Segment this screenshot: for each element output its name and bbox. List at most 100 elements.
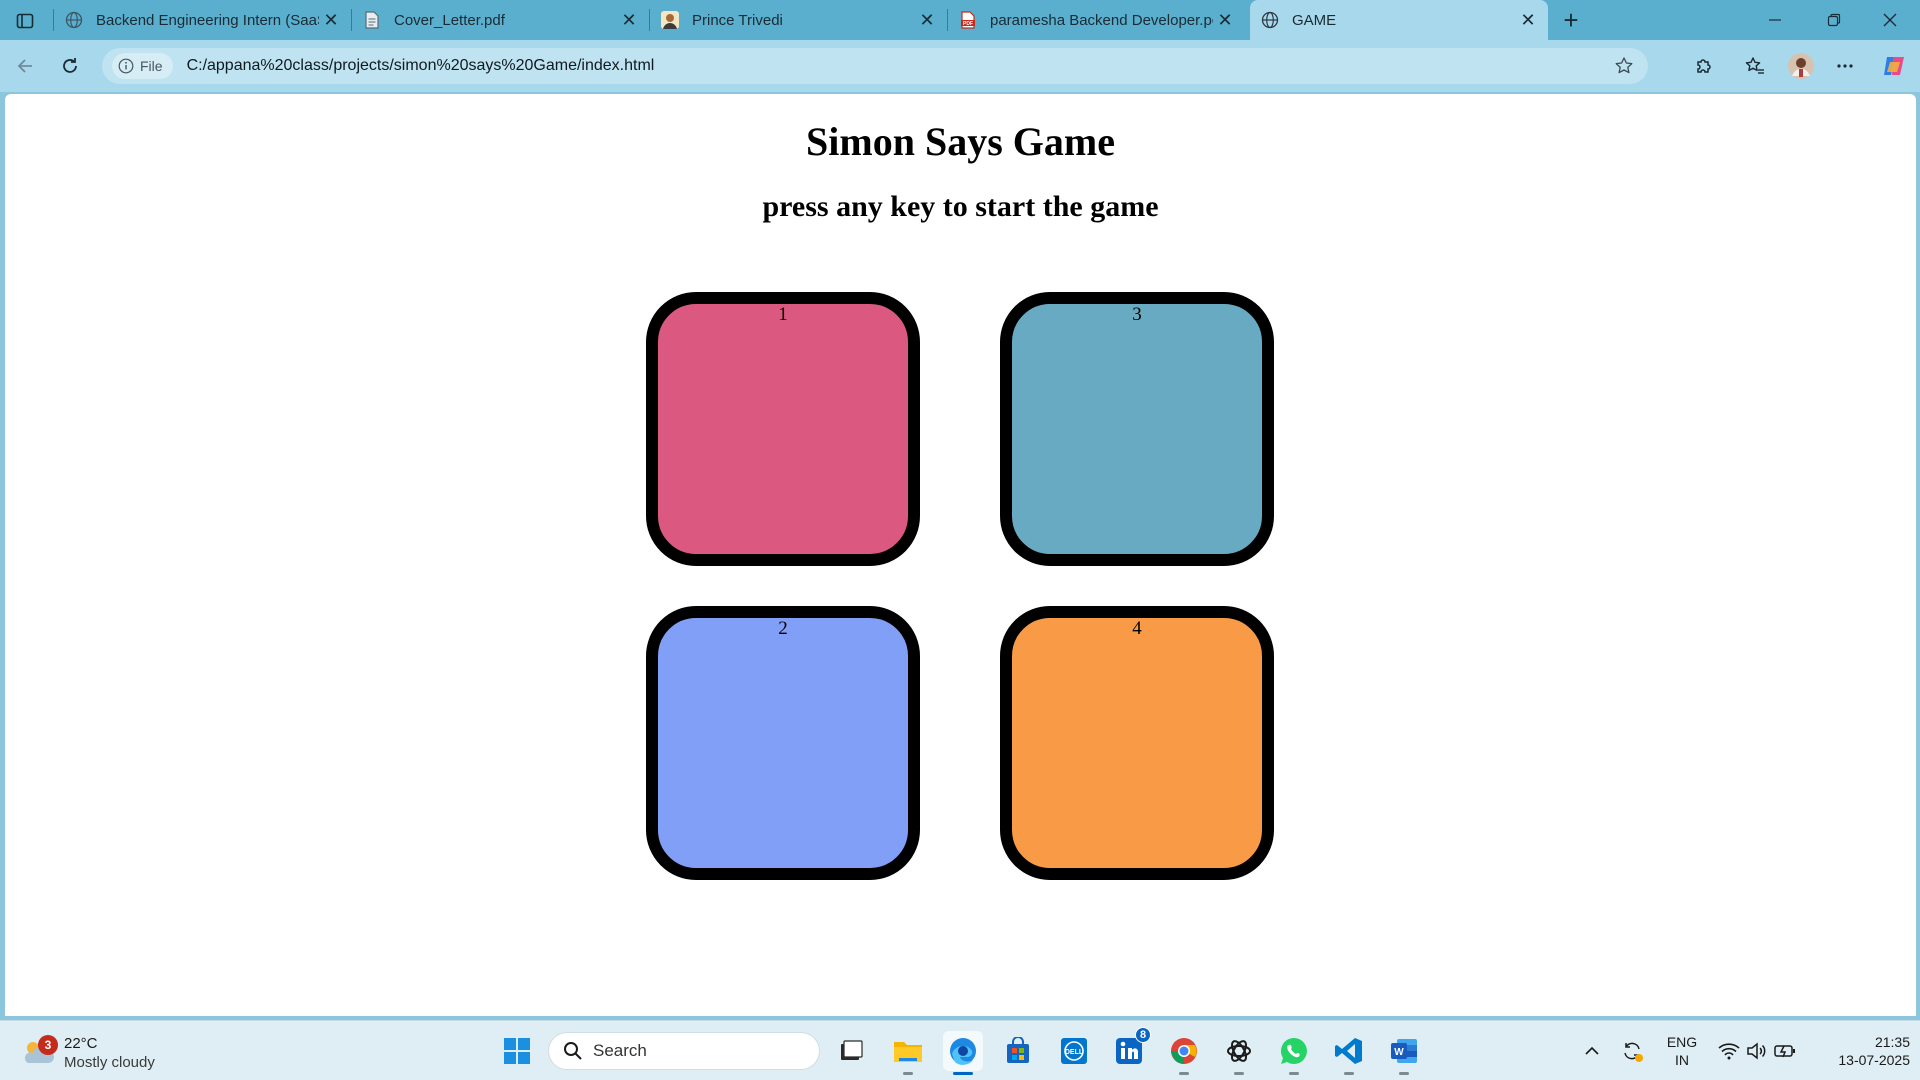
back-button[interactable]	[9, 50, 41, 82]
profile-photo-icon	[660, 10, 680, 30]
running-indicator	[1179, 1072, 1189, 1075]
running-indicator	[1234, 1072, 1244, 1075]
restore-button[interactable]	[1806, 0, 1862, 40]
new-tab-button[interactable]: +	[1556, 5, 1586, 35]
word-icon: W	[1391, 1039, 1417, 1063]
weather-condition: Mostly cloudy	[64, 1054, 155, 1071]
edge-button[interactable]	[943, 1031, 983, 1075]
search-icon	[564, 1042, 582, 1060]
quick-settings-button[interactable]	[1714, 1021, 1800, 1080]
more-options-button[interactable]	[1829, 50, 1861, 82]
tab-title: Prince Trivedi	[692, 11, 783, 29]
tab-title: Backend Engineering Intern (SaaS	[96, 11, 319, 29]
word-button[interactable]: W	[1384, 1031, 1424, 1075]
search-label: Search	[593, 1041, 647, 1060]
whatsapp-icon	[1280, 1037, 1307, 1064]
refresh-button[interactable]	[54, 50, 86, 82]
extensions-button[interactable]	[1688, 50, 1720, 82]
page-viewport: Simon Says Game press any key to start t…	[5, 94, 1916, 1016]
volume-icon	[1747, 1042, 1766, 1060]
running-indicator	[1289, 1072, 1299, 1075]
close-icon[interactable]: ✕	[319, 8, 343, 32]
chatgpt-button[interactable]	[1219, 1031, 1259, 1075]
document-icon	[362, 10, 382, 30]
game-button-4[interactable]: 4	[1000, 606, 1274, 880]
browser-toolbar: File C:/appana%20class/projects/simon%20…	[0, 40, 1920, 92]
game-button-label: 1	[778, 304, 788, 325]
chatgpt-icon	[1227, 1040, 1251, 1062]
tab-actions-button[interactable]	[10, 6, 40, 36]
file-explorer-button[interactable]	[888, 1031, 928, 1075]
tab-prince-trivedi[interactable]: Prince Trivedi ✕	[649, 0, 947, 40]
chrome-icon	[1171, 1038, 1197, 1064]
language-indicator[interactable]: ENG IN	[1660, 1033, 1704, 1069]
pdf-icon: PDF	[958, 10, 978, 30]
folder-icon	[894, 1042, 922, 1062]
globe-icon	[64, 10, 84, 30]
weather-widget[interactable]: 3 22°C Mostly cloudy	[20, 1029, 190, 1073]
game-button-label: 4	[1132, 618, 1142, 639]
svg-text:W: W	[1394, 1047, 1404, 1058]
start-button[interactable]	[497, 1031, 537, 1071]
chrome-button[interactable]	[1164, 1031, 1204, 1075]
show-hidden-icons-button[interactable]	[1580, 1021, 1604, 1080]
tab-separator	[947, 9, 948, 31]
address-bar[interactable]: File C:/appana%20class/projects/simon%20…	[102, 48, 1648, 84]
running-indicator	[1399, 1072, 1409, 1075]
edge-browser-icon	[950, 1038, 976, 1065]
game-button-2[interactable]: 2	[646, 606, 920, 880]
game-button-1[interactable]: 1	[646, 292, 920, 566]
taskbar-search[interactable]: Search	[548, 1032, 820, 1070]
microsoft-store-button[interactable]	[998, 1031, 1038, 1071]
star-icon	[1615, 57, 1633, 74]
refresh-icon	[63, 58, 77, 73]
close-icon[interactable]: ✕	[1516, 8, 1540, 32]
puzzle-icon	[1697, 59, 1711, 73]
dell-app-button[interactable]: DELL	[1054, 1031, 1094, 1071]
linkedin-button[interactable]: 8	[1109, 1027, 1151, 1071]
vscode-button[interactable]	[1329, 1031, 1369, 1075]
copilot-button[interactable]	[1878, 50, 1910, 82]
taskbar: 3 22°C Mostly cloudy Search DELL 8 W ENG…	[0, 1020, 1920, 1080]
game-button-3[interactable]: 3	[1000, 292, 1274, 566]
tab-backend-engineering-intern[interactable]: Backend Engineering Intern (SaaS ✕	[53, 0, 351, 40]
close-icon[interactable]: ✕	[617, 8, 641, 32]
sync-status-button[interactable]	[1618, 1021, 1646, 1080]
svg-text:DELL: DELL	[1065, 1049, 1084, 1056]
svg-text:PDF: PDF	[963, 21, 973, 27]
avatar	[1788, 53, 1814, 79]
minimize-icon	[1769, 19, 1781, 21]
clock-date: 13-07-2025	[1838, 1052, 1910, 1068]
clock-time: 21:35	[1874, 1034, 1910, 1050]
battery-icon	[1774, 1045, 1795, 1058]
game-button-label: 2	[778, 618, 788, 639]
close-window-button[interactable]	[1862, 0, 1918, 40]
task-view-icon	[841, 1040, 863, 1060]
tab-separator	[649, 9, 650, 31]
tab-paramesha-backend-developer[interactable]: PDF paramesha Backend Developer.pc ✕	[947, 0, 1245, 40]
tab-title: Cover_Letter.pdf	[394, 11, 505, 29]
profile-button[interactable]	[1785, 50, 1817, 82]
favorite-star-button[interactable]	[1612, 54, 1636, 78]
notification-badge: 8	[1135, 1027, 1151, 1043]
dell-icon: DELL	[1061, 1038, 1087, 1064]
close-icon[interactable]: ✕	[1213, 8, 1237, 32]
language-region: IN	[1675, 1052, 1689, 1068]
close-icon[interactable]: ✕	[915, 8, 939, 32]
tab-game[interactable]: GAME ✕	[1250, 0, 1548, 40]
sync-icon	[1624, 1042, 1643, 1062]
tab-cover-letter[interactable]: Cover_Letter.pdf ✕	[351, 0, 649, 40]
task-view-button[interactable]	[831, 1031, 871, 1071]
status-message: press any key to start the game	[762, 190, 1159, 223]
minimize-button[interactable]	[1747, 0, 1803, 40]
whatsapp-button[interactable]	[1274, 1031, 1314, 1075]
store-icon	[1007, 1037, 1029, 1063]
favorites-button[interactable]	[1739, 50, 1771, 82]
site-info-button[interactable]: File	[112, 53, 173, 79]
file-chip-label: File	[140, 58, 163, 74]
weather-temperature: 22°C	[64, 1035, 98, 1052]
restore-icon	[1827, 13, 1841, 27]
clock[interactable]: 21:35 13-07-2025	[1808, 1033, 1910, 1069]
url-text[interactable]: C:/appana%20class/projects/simon%20says%…	[187, 57, 655, 75]
copilot-icon	[1884, 57, 1904, 75]
